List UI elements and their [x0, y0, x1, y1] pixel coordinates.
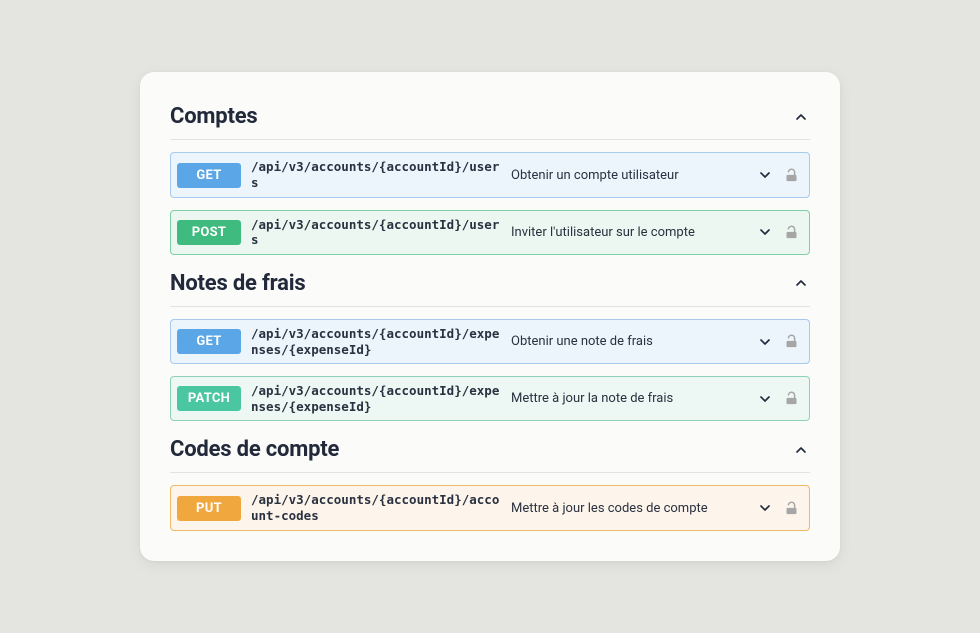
section-comptes: Comptes GET /api/v3/accounts/{accountId}… [170, 98, 810, 255]
chevron-down-icon [756, 166, 774, 184]
endpoint-path: /api/v3/accounts/{accountId}/users [251, 159, 501, 190]
section-header-notes[interactable]: Notes de frais [170, 265, 810, 307]
endpoint-row[interactable]: GET /api/v3/accounts/{accountId}/expense… [170, 319, 810, 364]
endpoint-desc: Mettre à jour la note de frais [511, 391, 746, 406]
chevron-down-icon [756, 390, 774, 408]
method-badge: POST [177, 220, 241, 245]
section-title: Comptes [170, 104, 257, 129]
section-header-codes[interactable]: Codes de compte [170, 431, 810, 473]
endpoint-row[interactable]: PATCH /api/v3/accounts/{accountId}/expen… [170, 376, 810, 421]
chevron-down-icon [756, 223, 774, 241]
endpoint-path: /api/v3/accounts/{accountId}/expenses/{e… [251, 383, 501, 414]
api-panel: Comptes GET /api/v3/accounts/{accountId}… [140, 72, 840, 560]
endpoint-row[interactable]: GET /api/v3/accounts/{accountId}/users O… [170, 152, 810, 197]
method-badge: PATCH [177, 386, 241, 411]
chevron-up-icon [792, 274, 810, 292]
section-codes-de-compte: Codes de compte PUT /api/v3/accounts/{ac… [170, 431, 810, 530]
endpoint-desc: Obtenir une note de frais [511, 334, 746, 349]
unlock-icon[interactable] [784, 168, 799, 183]
endpoint-desc: Obtenir un compte utilisateur [511, 168, 746, 183]
chevron-down-icon [756, 333, 774, 351]
endpoint-path: /api/v3/accounts/{accountId}/expenses/{e… [251, 326, 501, 357]
endpoint-controls [756, 223, 799, 241]
method-badge: GET [177, 329, 241, 354]
unlock-icon[interactable] [784, 501, 799, 516]
chevron-up-icon [792, 441, 810, 459]
endpoint-controls [756, 499, 799, 517]
unlock-icon[interactable] [784, 391, 799, 406]
section-header-comptes[interactable]: Comptes [170, 98, 810, 140]
unlock-icon[interactable] [784, 334, 799, 349]
section-title: Codes de compte [170, 437, 339, 462]
endpoint-controls [756, 390, 799, 408]
section-notes-de-frais: Notes de frais GET /api/v3/accounts/{acc… [170, 265, 810, 422]
endpoint-desc: Inviter l'utilisateur sur le compte [511, 225, 746, 240]
endpoint-path: /api/v3/accounts/{accountId}/users [251, 217, 501, 248]
chevron-up-icon [792, 108, 810, 126]
endpoint-controls [756, 166, 799, 184]
endpoint-row[interactable]: POST /api/v3/accounts/{accountId}/users … [170, 210, 810, 255]
unlock-icon[interactable] [784, 225, 799, 240]
endpoint-row[interactable]: PUT /api/v3/accounts/{accountId}/account… [170, 485, 810, 530]
section-title: Notes de frais [170, 271, 305, 296]
method-badge: PUT [177, 496, 241, 521]
endpoint-controls [756, 333, 799, 351]
endpoint-path: /api/v3/accounts/{accountId}/account-cod… [251, 492, 501, 523]
chevron-down-icon [756, 499, 774, 517]
endpoint-desc: Mettre à jour les codes de compte [511, 501, 746, 516]
method-badge: GET [177, 163, 241, 188]
